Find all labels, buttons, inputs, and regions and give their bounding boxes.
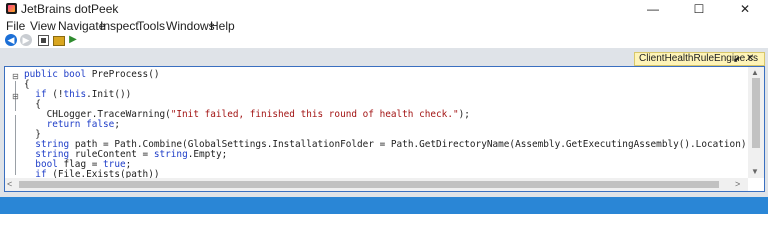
forward-icon[interactable]: ▶ xyxy=(20,34,32,46)
assembly-icon[interactable] xyxy=(38,35,49,46)
minimize-button[interactable]: — xyxy=(630,0,676,18)
toolbar: ◀ ▶ ▶ xyxy=(0,34,768,48)
fold-collapse-icon[interactable]: ⊟ xyxy=(12,93,19,101)
menu-inspect[interactable]: Inspect xyxy=(100,19,139,33)
menu-file[interactable]: File xyxy=(6,19,25,33)
code-token: false xyxy=(86,119,115,130)
code-token: if xyxy=(35,169,47,179)
run-icon[interactable]: ▶ xyxy=(67,34,79,46)
window-title: JetBrains dotPeek xyxy=(21,2,119,16)
code-token: .Empty; xyxy=(187,149,228,160)
editor-gutter: ⊟ ⊟ xyxy=(5,67,24,178)
code-line[interactable]: if (File.Exists(path)) xyxy=(24,169,160,179)
back-icon[interactable]: ◀ xyxy=(5,34,17,46)
code-token: PreProcess() xyxy=(86,69,160,80)
code-token: ; xyxy=(114,119,120,130)
menu-help[interactable]: Help xyxy=(210,19,235,33)
tab-client-health-rule-engine[interactable]: ClientHealthRuleEngine.cs ⬋ ✕ xyxy=(634,52,765,66)
scroll-down-arrow-icon[interactable]: ▼ xyxy=(751,167,759,176)
menu-tools[interactable]: Tools xyxy=(137,19,165,33)
status-bar xyxy=(0,197,768,214)
vertical-scrollbar[interactable]: ▲ ▼ xyxy=(748,67,764,178)
code-token: string xyxy=(153,149,188,160)
code-token: bool xyxy=(63,69,87,80)
fold-guide xyxy=(15,115,16,175)
vertical-scroll-thumb[interactable] xyxy=(752,78,760,148)
code-token: this xyxy=(63,89,87,100)
scroll-up-arrow-icon[interactable]: ▲ xyxy=(751,68,759,77)
code-token: (File.Exists(path)) xyxy=(46,169,160,179)
export-icon[interactable] xyxy=(53,36,65,46)
tab-close-icon[interactable]: ✕ xyxy=(746,53,754,65)
code-line[interactable]: public bool PreProcess() xyxy=(24,70,159,80)
fold-collapse-icon[interactable]: ⊟ xyxy=(12,73,19,81)
code-token: .Init()) xyxy=(86,89,132,100)
code-area[interactable]: public bool PreProcess(){ if (!this.Init… xyxy=(24,67,747,179)
close-window-button[interactable]: ✕ xyxy=(722,0,768,18)
code-token: (! xyxy=(46,89,64,100)
menu-navigate[interactable]: Navigate xyxy=(58,19,105,33)
menu-bar: File View Navigate Inspect Tools Windows… xyxy=(0,18,768,34)
maximize-button[interactable]: ☐ xyxy=(676,0,722,18)
menu-windows[interactable]: Windows xyxy=(166,19,215,33)
scroll-right-arrow-icon[interactable]: > xyxy=(735,179,740,189)
code-token: ); xyxy=(458,109,470,120)
code-token: return xyxy=(46,119,81,130)
title-bar: JetBrains dotPeek — ☐ ✕ xyxy=(0,0,768,18)
menu-view[interactable]: View xyxy=(30,19,56,33)
horizontal-scrollbar[interactable]: < > xyxy=(5,178,748,191)
pin-icon[interactable]: ⬋ xyxy=(733,53,741,65)
dotpeek-logo-icon xyxy=(6,3,17,14)
scroll-left-arrow-icon[interactable]: < xyxy=(7,179,12,189)
horizontal-scroll-thumb[interactable] xyxy=(19,181,719,188)
code-token: "Init failed, finished this round of hea… xyxy=(170,109,459,120)
